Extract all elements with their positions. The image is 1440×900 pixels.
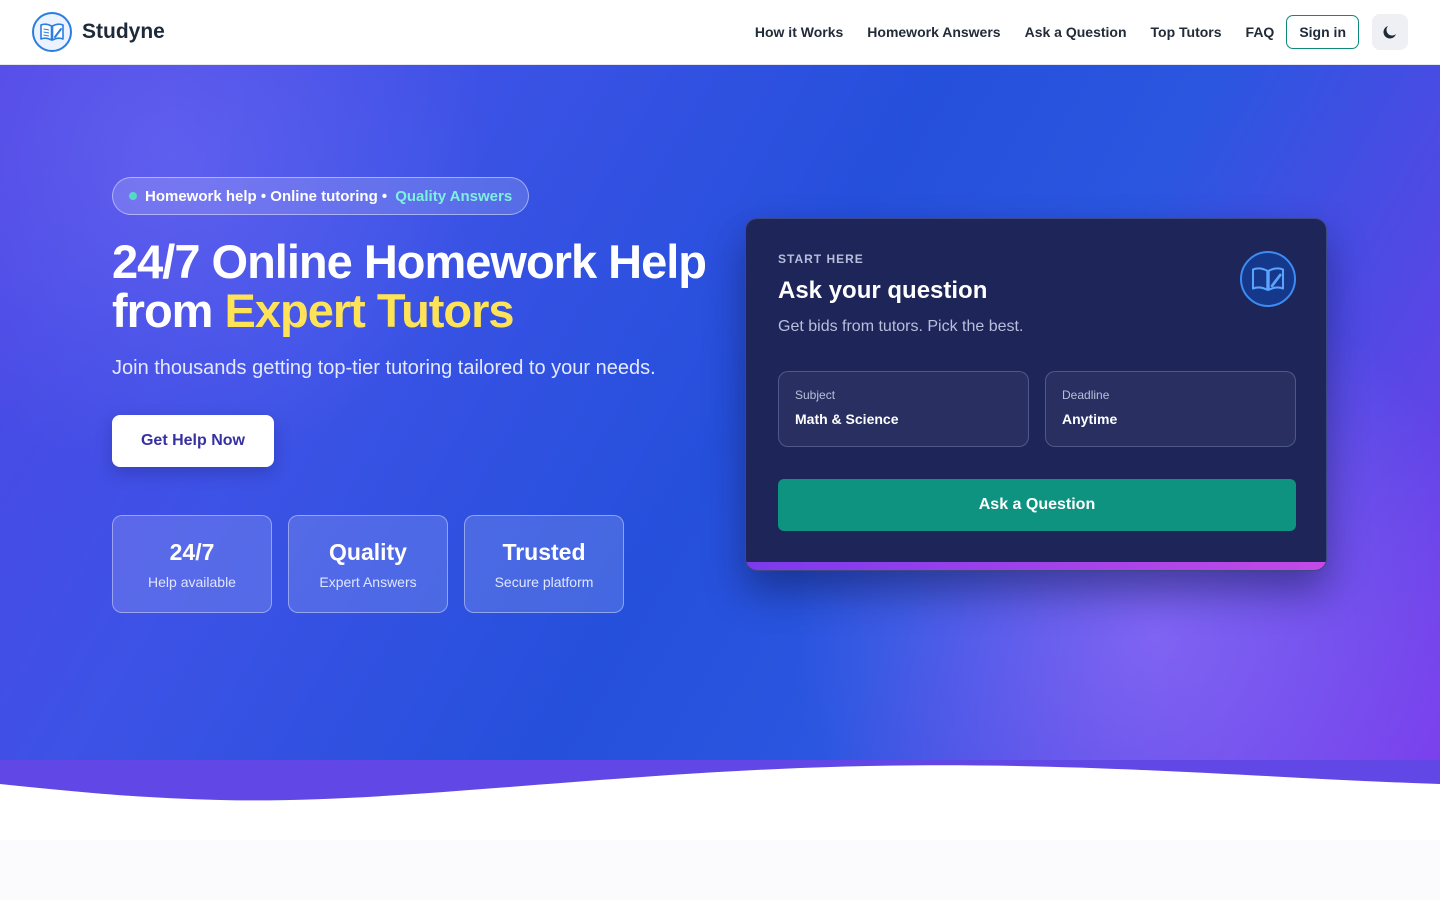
hero-section: Homework help • Online tutoring • Qualit… [0,65,1440,825]
site-header: Studyne How it Works Homework Answers As… [0,0,1440,65]
hero-headline: 24/7 Online Homework Help from Expert Tu… [112,237,752,335]
get-help-button[interactable]: Get Help Now [112,415,274,467]
nav-top-tutors[interactable]: Top Tutors [1151,24,1222,40]
book-pen-icon [32,12,72,52]
field-value: Math & Science [795,411,899,427]
brand[interactable]: Studyne [32,12,165,52]
headline-prefix: from [112,284,213,337]
field-value: Anytime [1062,411,1118,427]
stat-value: 24/7 [169,538,215,565]
card-subtitle: Get bids from tutors. Pick the best. [778,318,1024,335]
nav-ask-question[interactable]: Ask a Question [1025,24,1127,40]
theme-toggle-button[interactable] [1372,14,1408,50]
stat-card: 24/7 Help available [112,515,272,613]
brand-name: Studyne [82,20,165,43]
pill-highlight: Quality Answers [395,187,513,205]
field-label: Deadline [1062,388,1110,402]
stat-value: Quality [329,538,407,565]
main-nav: How it Works Homework Answers Ask a Ques… [755,14,1408,50]
stat-label: Secure platform [494,573,594,590]
ask-question-card: START HERE Ask your question Get bids fr… [745,218,1327,571]
card-accent-bar [746,562,1326,570]
stat-value: Trusted [502,538,586,565]
card-eyebrow: START HERE [778,252,864,266]
deadline-field[interactable]: Deadline Anytime [1045,371,1296,447]
signin-button[interactable]: Sign in [1286,15,1359,49]
stat-label: Expert Answers [319,573,417,590]
stat-card: Quality Expert Answers [288,515,448,613]
headline-line1: 24/7 Online Homework Help [112,235,707,288]
hero-tagline-pill: Homework help • Online tutoring • Qualit… [112,177,530,215]
subject-field[interactable]: Subject Math & Science [778,371,1029,447]
hero-subtitle: Join thousands getting top-tier tutoring… [112,357,656,379]
book-pen-icon [1240,251,1296,307]
next-section [0,840,1440,900]
stat-card: Trusted Secure platform [464,515,624,613]
nav-homework-answers[interactable]: Homework Answers [867,24,1000,40]
headline-accent: Expert Tutors [224,284,515,337]
pill-text: Homework help • Online tutoring • [145,187,388,205]
ask-question-button[interactable]: Ask a Question [778,479,1296,531]
moon-icon [1383,26,1396,39]
field-label: Subject [795,388,836,402]
nav-how-it-works[interactable]: How it Works [755,24,843,40]
stat-label: Help available [148,573,236,590]
nav-faq[interactable]: FAQ [1246,24,1275,40]
pill-dot-icon [129,192,137,200]
card-title: Ask your question [778,277,988,304]
